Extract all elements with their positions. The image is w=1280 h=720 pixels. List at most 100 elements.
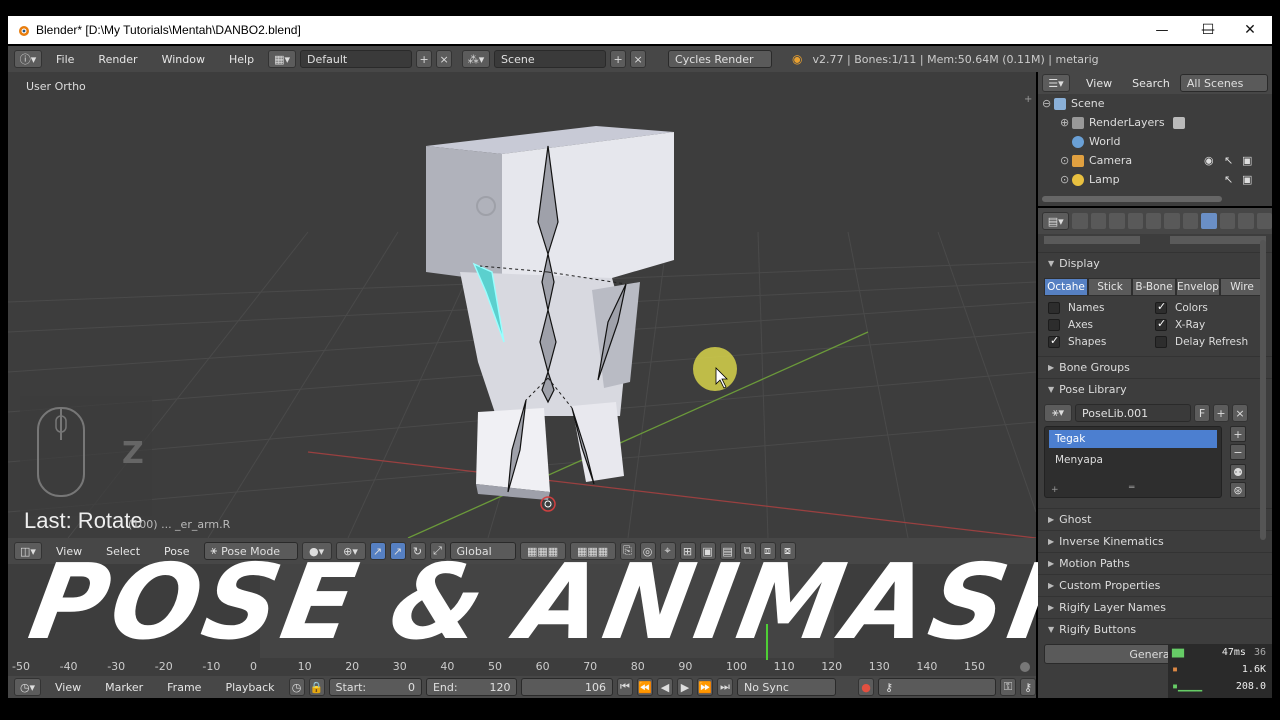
scene-field[interactable]: Scene [494,50,607,68]
prev-keyframe-icon[interactable]: ⏪ [636,678,653,696]
list-resize-handle-icon[interactable]: ═ [1129,483,1134,493]
timeline-menu-frame[interactable]: Frame [157,681,211,694]
expand-icon[interactable]: ⊙ [1060,173,1072,186]
outliner-editor[interactable]: ☰▾ View Search All Scenes ⊖ Scene ⊕ Rend… [1038,72,1272,206]
collapse-icon[interactable]: ⊖ [1042,97,1054,110]
properties-scrollbar[interactable] [1260,240,1266,540]
sync-mode-select[interactable]: No Sync [736,678,837,696]
add-layout-button[interactable]: + [416,50,433,68]
checkbox-box[interactable] [1048,319,1060,331]
properties-editor[interactable]: ▤▾ ▼ Display Octahe Stick B-Bone Envelop… [1038,208,1272,698]
apply-pose-icon[interactable]: ⚉ [1230,464,1246,480]
editor-type-properties-icon[interactable]: ▤▾ [1042,212,1070,230]
checkbox-box[interactable] [1048,302,1060,314]
editor-type-3d-icon[interactable]: ◫▾ [14,542,42,560]
editor-type-outliner-icon[interactable]: ☰▾ [1042,74,1070,92]
tab-bone-constraints-icon[interactable] [1238,213,1254,229]
draw-type-bbone[interactable]: B-Bone [1132,278,1176,296]
new-pose-library-button[interactable]: + [1213,404,1229,422]
draw-type-envelope[interactable]: Envelop [1176,278,1220,296]
panel-rigify-buttons-header[interactable]: ▼ Rigify Buttons [1038,618,1272,640]
draw-type-octahedral[interactable]: Octahe [1044,278,1088,296]
tab-texture-icon[interactable] [1256,213,1272,229]
renderable-camera-icon[interactable]: ▣ [1242,173,1252,186]
play-reverse-icon[interactable]: ◀ [656,678,673,696]
pose-library-browse-icon[interactable]: ⚹▾ [1044,404,1072,422]
panel-custom-properties-header[interactable]: ▶ Custom Properties [1038,574,1272,596]
expand-icon[interactable]: ⊕ [1060,116,1072,129]
outliner-item-camera[interactable]: ⊙ Camera ◉ ↖ ▣ [1038,151,1272,170]
outliner-scrollbar[interactable] [1042,196,1222,202]
panel-pose-library-header[interactable]: ▼ Pose Library [1038,378,1272,400]
viewport-corner-widget-icon[interactable]: + [1024,94,1032,105]
insert-keyframe-icon[interactable]: ⚿ [1000,678,1017,696]
add-scene-button[interactable]: + [610,50,627,68]
delete-keyframe-icon[interactable]: ⚷ [1020,678,1037,696]
draw-type-wire[interactable]: Wire [1220,278,1264,296]
remove-scene-button[interactable]: × [630,50,647,68]
maximize-button[interactable]: ☐ [1186,16,1230,44]
menu-help[interactable]: Help [219,53,264,66]
timeline-menu-marker[interactable]: Marker [95,681,153,694]
panel-inverse-kinematics-header[interactable]: ▶ Inverse Kinematics [1038,530,1272,552]
draw-type-stick[interactable]: Stick [1088,278,1132,296]
preview-range-icon[interactable]: ◷ [288,678,305,696]
menu-render[interactable]: Render [88,53,147,66]
outliner-item-scene[interactable]: ⊖ Scene [1038,94,1272,113]
jump-end-icon[interactable]: ⏭ [716,678,733,696]
current-frame-field[interactable]: 106 [521,678,613,696]
armature-layers-block-2[interactable] [1170,236,1266,244]
checkbox-names[interactable]: Names [1048,302,1155,314]
render-engine-select[interactable]: Cycles Render [668,50,773,68]
panel-bone-groups-header[interactable]: ▶ Bone Groups [1038,356,1272,378]
tab-scene-icon[interactable] [1109,213,1125,229]
selectable-cursor-icon[interactable]: ↖ [1224,173,1233,186]
list-filter-icon[interactable]: + [1051,485,1059,495]
remove-layout-button[interactable]: × [436,50,453,68]
outliner-menu-view[interactable]: View [1076,77,1122,90]
armature-layers-block-1[interactable] [1044,236,1140,244]
pose-list[interactable]: Tegak Menyapa + ═ [1044,426,1222,498]
fake-user-button[interactable]: F [1194,404,1210,422]
tab-render-layers-icon[interactable] [1090,213,1107,229]
remove-pose-button[interactable]: − [1230,444,1246,460]
panel-ghost-header[interactable]: ▶ Ghost [1038,508,1272,530]
sanitize-pose-icon[interactable]: ⊛ [1230,482,1246,498]
jump-start-icon[interactable]: ⏮ [616,678,633,696]
checkbox-xray[interactable]: X-Ray [1155,317,1262,331]
keying-set-field[interactable]: ⚷ [878,678,997,696]
pose-item-menyapa[interactable]: Menyapa [1049,451,1217,469]
checkbox-box[interactable] [1048,334,1060,348]
checkbox-box[interactable] [1155,336,1167,348]
next-keyframe-icon[interactable]: ⏩ [696,678,713,696]
checkbox-colors[interactable]: Colors [1155,300,1262,314]
menu-window[interactable]: Window [152,53,215,66]
end-frame-field[interactable]: End: 120 [425,678,518,696]
pose-item-tegak[interactable]: Tegak [1049,430,1217,448]
panel-display-header[interactable]: ▼ Display [1038,252,1272,274]
tab-world-icon[interactable] [1127,213,1144,229]
checkbox-delay-refresh[interactable]: Delay Refresh [1155,336,1262,348]
outliner-item-renderlayers[interactable]: ⊕ RenderLayers [1038,113,1272,132]
close-button[interactable]: ✕ [1228,16,1272,44]
lock-icon[interactable]: 🔒 [308,678,325,696]
tab-bone-icon[interactable] [1219,213,1236,229]
start-frame-field[interactable]: Start: 0 [328,678,422,696]
panel-rigify-layer-names-header[interactable]: ▶ Rigify Layer Names [1038,596,1272,618]
expand-icon[interactable]: ⊙ [1060,154,1072,167]
scene-icon[interactable]: ⁂▾ [462,50,491,68]
add-pose-button[interactable]: + [1230,426,1246,442]
visibility-eye-icon[interactable]: ◉ [1204,154,1214,167]
play-icon[interactable]: ▶ [676,678,693,696]
screen-layout-icon[interactable]: ▦▾ [268,50,297,68]
tab-modifiers-icon[interactable] [1182,213,1199,229]
checkbox-shapes[interactable]: Shapes [1048,334,1155,348]
editor-type-info-icon[interactable]: ⓘ▾ [14,50,42,68]
outliner-item-world[interactable]: World [1038,132,1272,151]
tab-constraints-icon[interactable] [1164,213,1180,229]
tab-render-icon[interactable] [1072,213,1088,229]
renderable-camera-icon[interactable]: ▣ [1242,154,1252,167]
outliner-display-mode-select[interactable]: All Scenes [1179,74,1268,92]
checkbox-box[interactable] [1155,300,1167,314]
selectable-cursor-icon[interactable]: ↖ [1224,154,1233,167]
